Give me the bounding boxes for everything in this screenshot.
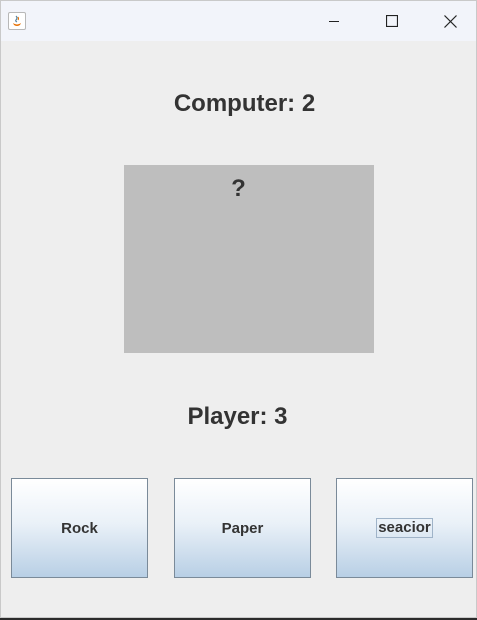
player-score-label: Player: 3 — [187, 403, 288, 430]
maximize-icon — [386, 15, 398, 27]
paper-button-label: Paper — [221, 519, 264, 537]
computer-choice-mark: ? — [231, 175, 246, 202]
close-button[interactable] — [421, 1, 477, 41]
java-app-icon[interactable] — [8, 12, 26, 30]
minimize-button[interactable] — [305, 1, 363, 41]
minimize-icon — [329, 21, 339, 22]
paper-button[interactable]: Paper — [174, 478, 311, 578]
app-window: Computer: 2 ? Player: 3 Rock Paper seaci… — [0, 0, 477, 618]
scissor-button[interactable]: seacior — [336, 478, 473, 578]
computer-score-label: Computer: 2 — [173, 90, 316, 117]
close-icon — [443, 14, 457, 28]
rock-button[interactable]: Rock — [11, 478, 148, 578]
scissor-button-label: seacior — [376, 518, 433, 538]
title-bar[interactable] — [1, 1, 476, 41]
rock-button-label: Rock — [61, 519, 98, 537]
maximize-button[interactable] — [363, 1, 421, 41]
